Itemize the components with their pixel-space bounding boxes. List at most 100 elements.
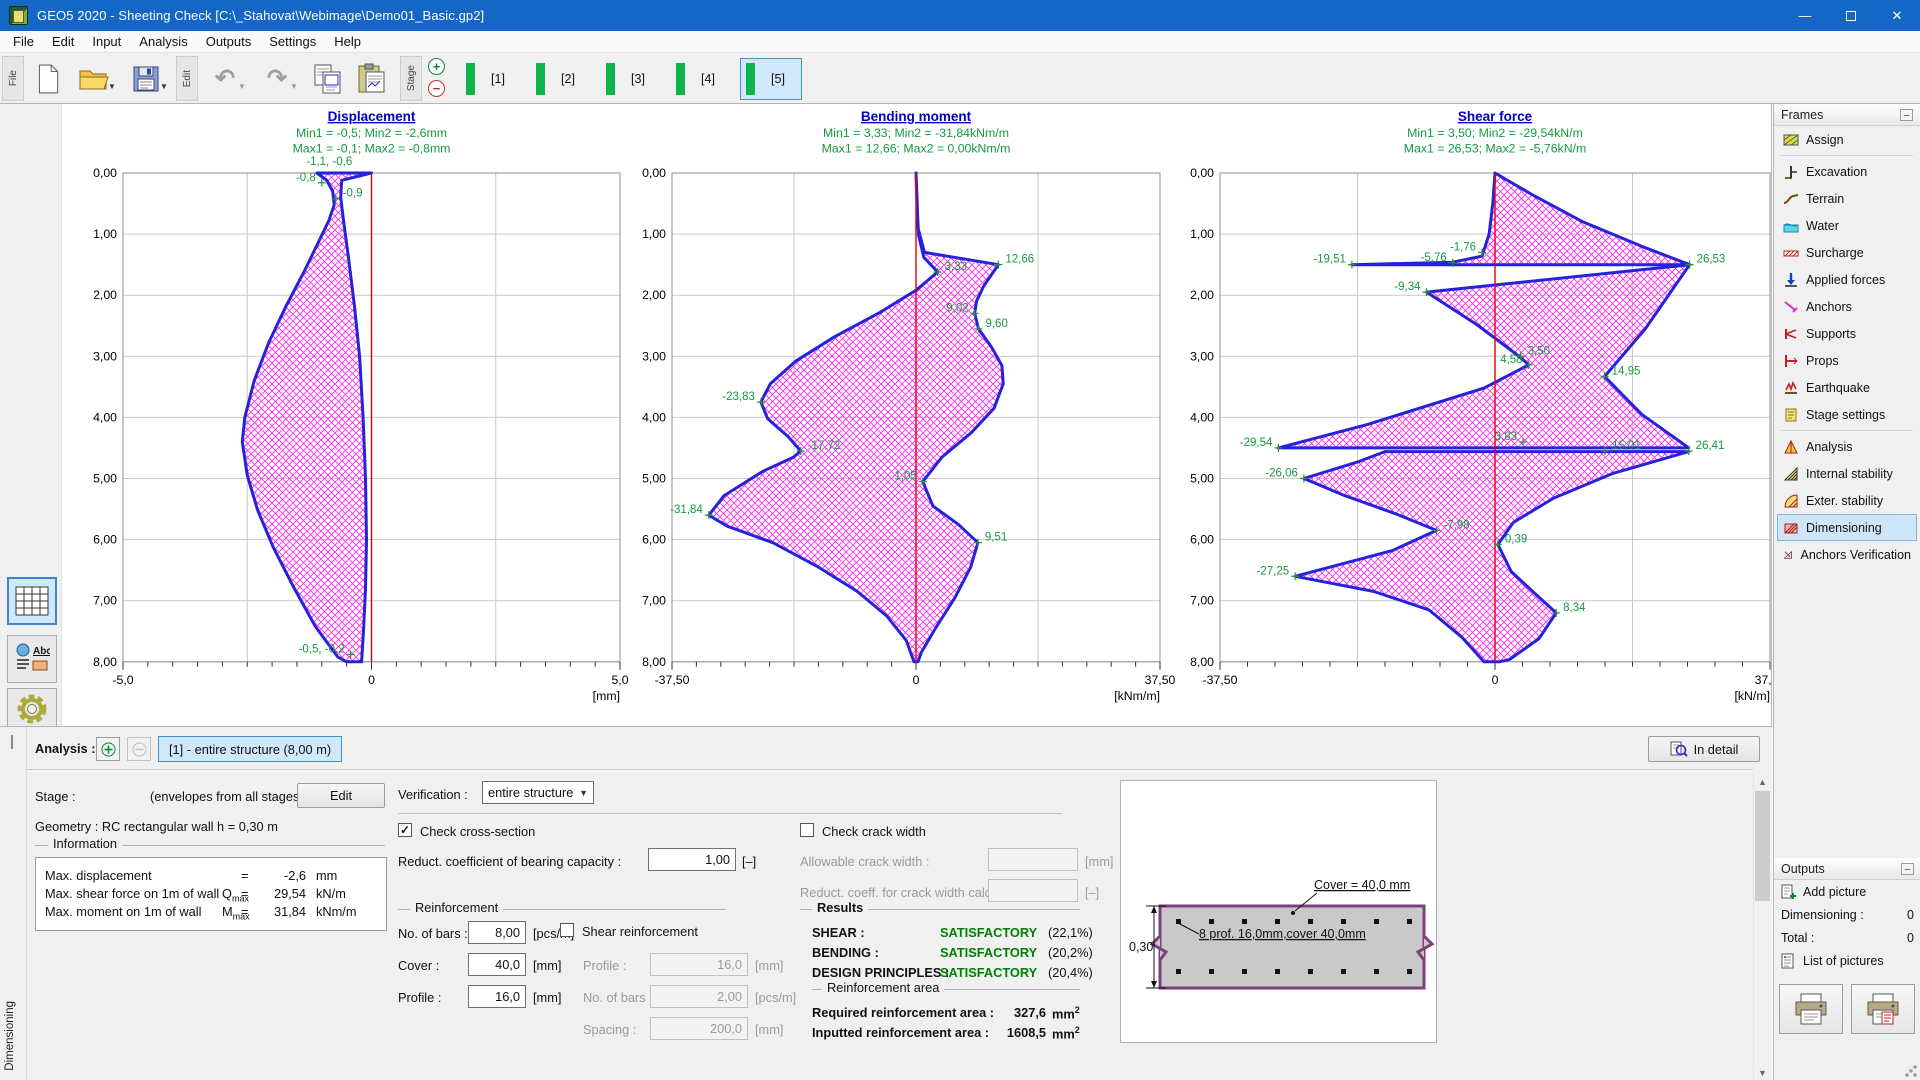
add-picture-button[interactable]: Add picture	[1774, 880, 1920, 903]
copy-view-button[interactable]	[308, 58, 348, 100]
sidebar-item-water[interactable]: Water	[1777, 212, 1917, 239]
add-analysis-button[interactable]	[96, 737, 120, 761]
menu-file[interactable]: File	[4, 32, 43, 51]
sidebar-item-supports[interactable]: Supports	[1777, 320, 1917, 347]
new-file-button[interactable]	[28, 58, 68, 100]
open-dropdown-arrow[interactable]: ▼	[108, 82, 116, 91]
rebar-dot	[1374, 969, 1379, 974]
envelope-value-label: 1,05	[894, 471, 916, 483]
picture-view-button[interactable]: Abc	[7, 635, 57, 683]
stage-label: Stage :	[35, 789, 76, 804]
open-file-button[interactable]: ▼	[70, 58, 118, 100]
list-of-pictures-button[interactable]: List of pictures	[1774, 949, 1920, 972]
remove-stage-button[interactable]: −	[428, 80, 445, 97]
svg-text:6,00: 6,00	[93, 533, 117, 547]
table-view-button[interactable]	[7, 577, 57, 625]
in-detail-button[interactable]: In detail	[1648, 736, 1760, 762]
shear-profile-input: 16,0	[650, 953, 748, 976]
check-cross-section-checkbox[interactable]: ✓	[398, 823, 412, 837]
paste-view-button[interactable]	[352, 58, 392, 100]
menu-input[interactable]: Input	[83, 32, 130, 51]
resize-grip[interactable]	[1905, 1065, 1917, 1077]
strip-grip[interactable]	[11, 735, 15, 749]
save-dropdown-arrow[interactable]: ▼	[160, 82, 168, 91]
svg-text:0: 0	[1492, 673, 1499, 687]
add-stage-button[interactable]: +	[428, 58, 445, 75]
remove-analysis-button[interactable]	[127, 737, 151, 761]
file-tab[interactable]: File	[2, 56, 24, 101]
sidebar-item-props[interactable]: Props	[1777, 347, 1917, 374]
sidebar-item-earthquake[interactable]: Earthquake	[1777, 374, 1917, 401]
menu-settings[interactable]: Settings	[260, 32, 325, 51]
reduct-bearing-input[interactable]: 1,00	[648, 848, 736, 871]
frames-minimize-icon[interactable]: –	[1900, 108, 1913, 121]
list-of-pictures-label: List of pictures	[1803, 953, 1884, 968]
svg-text:Abc: Abc	[33, 646, 50, 657]
menu-outputs[interactable]: Outputs	[197, 32, 261, 51]
menu-analysis[interactable]: Analysis	[130, 32, 196, 51]
settings-button[interactable]	[7, 688, 57, 730]
undo-button[interactable]: ↶ ▼	[202, 58, 248, 100]
stage-button-2[interactable]: [2]	[530, 58, 592, 100]
edit-tab[interactable]: Edit	[176, 56, 198, 101]
reinforcement-legend: Reinforcement	[410, 900, 504, 915]
check-crack-width-checkbox[interactable]	[800, 823, 814, 837]
scroll-up-icon[interactable]: ▲	[1754, 773, 1771, 790]
minimize-button[interactable]: —	[1782, 0, 1828, 31]
stage-tab[interactable]: Stage	[400, 56, 422, 101]
sidebar-item-dimensioning[interactable]: Dimensioning	[1777, 514, 1917, 541]
profile-input[interactable]: 16,0	[468, 985, 526, 1008]
scrollbar-thumb[interactable]	[1755, 791, 1770, 901]
check-cross-section-label: Check cross-section	[420, 824, 536, 839]
svg-text:[kNm/m]: [kNm/m]	[1114, 689, 1160, 703]
envelope-value-label: -17,72	[808, 440, 841, 452]
required-area-unit: mm2	[1052, 1005, 1080, 1022]
outputs-panel-title: Outputs	[1781, 861, 1825, 876]
stage-button-4[interactable]: [4]	[670, 58, 732, 100]
sidebar-item-stage-settings[interactable]: Stage settings	[1777, 401, 1917, 428]
info-row-unit: kN/m	[316, 886, 346, 901]
cover-input[interactable]: 40,0	[468, 953, 526, 976]
sidebar-item-exter-stability[interactable]: Exter. stability	[1777, 487, 1917, 514]
stage-button-5[interactable]: [5]	[740, 58, 802, 100]
paste-icon	[358, 63, 385, 93]
menu-edit[interactable]: Edit	[43, 32, 83, 51]
menu-help[interactable]: Help	[325, 32, 370, 51]
no-of-bars-label: No. of bars :	[398, 926, 468, 941]
bottom-scrollbar[interactable]: ▲ ▼	[1753, 773, 1771, 1080]
sidebar-item-assign[interactable]: Assign	[1777, 126, 1917, 153]
no-of-bars-input[interactable]: 8,00	[468, 921, 526, 944]
sidebar-item-anchors[interactable]: Anchors	[1777, 293, 1917, 320]
stage-button-1[interactable]: [1]	[460, 58, 522, 100]
redo-dropdown-arrow[interactable]: ▼	[290, 82, 298, 91]
sidebar-item-applied-forces[interactable]: Applied forces	[1777, 266, 1917, 293]
view-mode-toolbar: Abc	[0, 104, 62, 730]
redo-button[interactable]: ↷ ▼	[254, 58, 300, 100]
sidebar-item-excavation[interactable]: Excavation	[1777, 158, 1917, 185]
print-button[interactable]	[1779, 984, 1843, 1034]
verification-select[interactable]: entire structure ▼	[482, 781, 594, 804]
undo-dropdown-arrow[interactable]: ▼	[238, 82, 246, 91]
sidebar-item-analysis[interactable]: Analysis	[1777, 433, 1917, 460]
stage-button-3[interactable]: [3]	[600, 58, 662, 100]
svg-text:8,00: 8,00	[93, 655, 117, 669]
maximize-button[interactable]	[1828, 0, 1874, 31]
save-button[interactable]: ▼	[122, 58, 170, 100]
sidebar-item-anchors-verification[interactable]: Anchors Verification	[1777, 541, 1917, 568]
svg-text:5,00: 5,00	[1190, 472, 1214, 486]
sidebar-item-surcharge[interactable]: Surcharge	[1777, 239, 1917, 266]
scroll-down-icon[interactable]: ▼	[1754, 1064, 1771, 1080]
outputs-minimize-icon[interactable]: –	[1901, 862, 1914, 875]
info-row-value: -2,6	[283, 868, 306, 883]
chart-stats: Min1 = -0,5; Min2 = -2,6mm	[296, 126, 447, 140]
close-button[interactable]: ✕	[1874, 0, 1920, 31]
props-icon	[1785, 354, 1798, 367]
shear-reinforcement-checkbox[interactable]	[560, 923, 574, 937]
analysis-tab[interactable]: [1] - entire structure (8,00 m)	[158, 736, 343, 762]
edit-stage-button[interactable]: Edit	[297, 783, 385, 808]
sidebar-item-internal-stability[interactable]: Internal stability	[1777, 460, 1917, 487]
print-selection-button[interactable]	[1851, 984, 1915, 1034]
sidebar-item-terrain[interactable]: Terrain	[1777, 185, 1917, 212]
shear-spacing-label: Spacing :	[583, 1022, 637, 1037]
svg-text:4,00: 4,00	[1190, 410, 1214, 424]
